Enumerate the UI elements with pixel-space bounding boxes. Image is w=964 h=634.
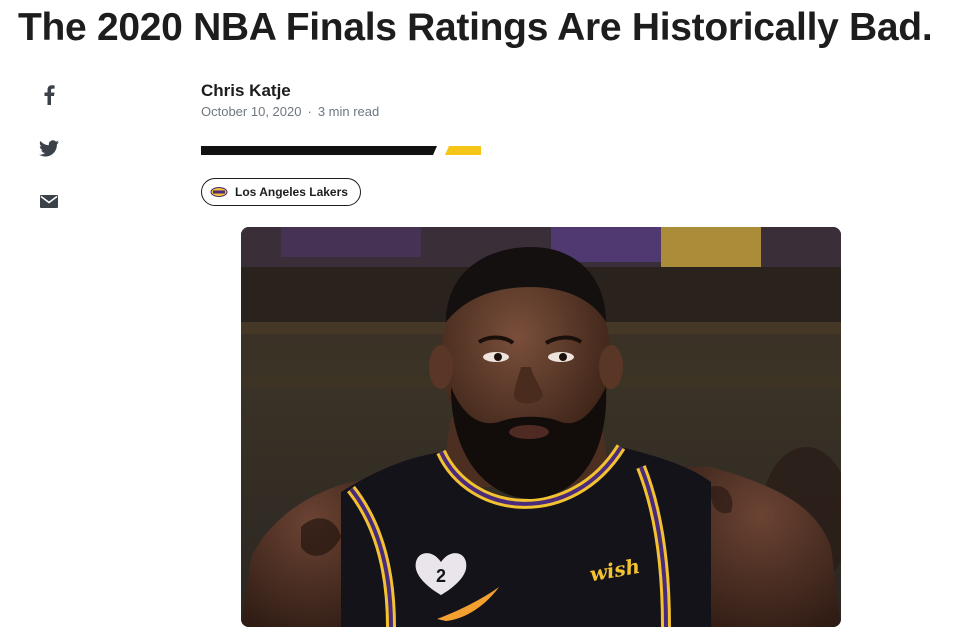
lakers-logo-icon: [210, 187, 228, 197]
headline-divider: [201, 146, 481, 155]
share-twitter-button[interactable]: [36, 135, 62, 161]
share-facebook-button[interactable]: [36, 82, 62, 108]
publish-date: October 10, 2020: [201, 104, 302, 119]
team-tag-link[interactable]: Los Angeles Lakers: [201, 178, 361, 206]
share-rail: [36, 82, 62, 241]
article-hero-image: 2 wish: [241, 227, 841, 627]
meta-separator: ·: [307, 104, 312, 119]
read-time: 3 min read: [317, 104, 380, 119]
team-tag-label: Los Angeles Lakers: [235, 185, 348, 199]
email-icon: [40, 194, 58, 208]
article-meta: October 10, 2020 · 3 min read: [201, 103, 379, 121]
twitter-icon: [39, 139, 59, 156]
byline: Chris Katje October 10, 2020 · 3 min read: [201, 80, 379, 121]
share-email-button[interactable]: [36, 188, 62, 214]
player-photo: 2 wish: [241, 227, 841, 627]
author-name[interactable]: Chris Katje: [201, 80, 379, 102]
article-page: The 2020 NBA Finals Ratings Are Historic…: [0, 0, 964, 634]
facebook-icon: [44, 85, 55, 105]
article-headline: The 2020 NBA Finals Ratings Are Historic…: [18, 6, 933, 49]
jersey-number: 2: [436, 566, 446, 586]
